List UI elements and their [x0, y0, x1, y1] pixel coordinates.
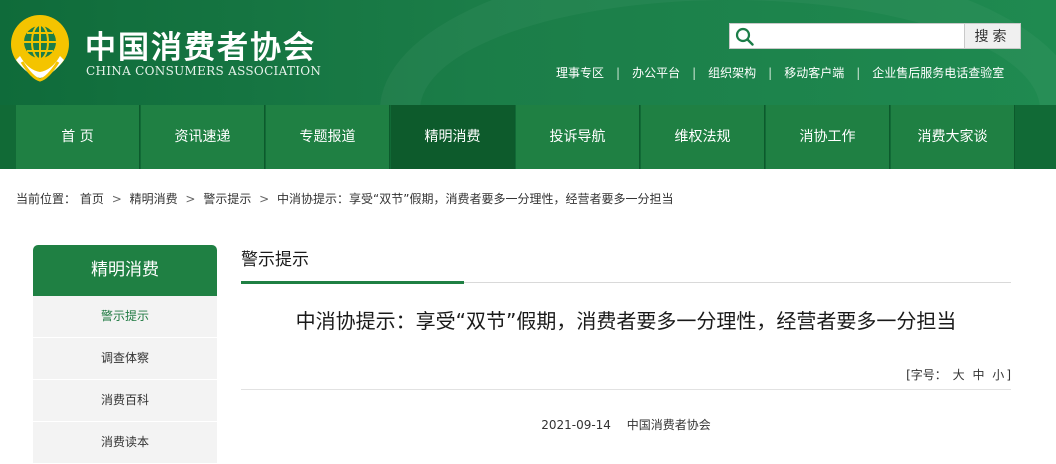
article-source: 中国消费者协会	[626, 418, 711, 432]
top-link-council[interactable]: 理事专区	[556, 66, 604, 80]
site-title: 中国消费者协会	[85, 30, 316, 66]
font-size-small-button[interactable]: 小	[992, 368, 1004, 382]
font-size-large-button[interactable]: 大	[953, 368, 965, 382]
sidebar: 精明消费 警示提示 调查体察 消费百科 消费读本	[33, 245, 217, 464]
nav-item-special[interactable]: 专题报道	[266, 105, 390, 169]
top-link-mobile[interactable]: 移动客户端	[784, 66, 844, 80]
divider	[241, 389, 1011, 390]
breadcrumb-warnings[interactable]: 警示提示	[203, 192, 251, 206]
nav-item-forum[interactable]: 消费大家谈	[891, 105, 1015, 169]
cca-logo-icon[interactable]	[8, 12, 72, 84]
font-size-switcher: [字号： 大 中 小]	[906, 366, 1011, 383]
header-decoration	[380, 0, 1056, 105]
divider: |	[856, 66, 861, 80]
sidebar-item-survey[interactable]: 调查体察	[33, 338, 217, 380]
breadcrumb-home[interactable]: 首页	[80, 192, 104, 206]
font-size-prefix: [字号：	[906, 368, 947, 382]
top-links: 理事专区 | 办公平台 | 组织架构 | 移动客户端 | 企业售后服务电话查验室	[556, 64, 1026, 82]
main-nav: 首 页 资讯速递 专题报道 精明消费 投诉导航 维权法规 消协工作 消费大家谈	[0, 105, 1056, 169]
breadcrumb-arrow: >	[111, 192, 122, 206]
section-title: 警示提示	[241, 250, 309, 270]
divider	[464, 282, 1011, 283]
font-size-suffix: ]	[1006, 368, 1011, 382]
divider: |	[692, 66, 697, 80]
top-link-aftersales[interactable]: 企业售后服务电话查验室	[872, 66, 1004, 80]
site-header: 中国消费者协会 CHINA CONSUMERS ASSOCIATION 搜索 理…	[0, 0, 1056, 105]
sidebar-item-encyclopedia[interactable]: 消费百科	[33, 380, 217, 422]
nav-item-news[interactable]: 资讯速递	[141, 105, 265, 169]
sidebar-title: 精明消费	[33, 245, 217, 296]
sidebar-item-warnings[interactable]: 警示提示	[33, 296, 217, 338]
article-date: 2021-09-14	[541, 418, 611, 432]
top-link-organization[interactable]: 组织架构	[708, 66, 756, 80]
nav-item-work[interactable]: 消协工作	[766, 105, 890, 169]
nav-item-laws[interactable]: 维权法规	[641, 105, 765, 169]
section-underline	[241, 281, 464, 284]
nav-item-complaint[interactable]: 投诉导航	[516, 105, 640, 169]
nav-item-smart-consumption[interactable]: 精明消费	[391, 105, 515, 169]
breadcrumb: 当前位置： 首页 > 精明消费 > 警示提示 > 中消协提示：享受“双节”假期，…	[16, 190, 673, 207]
search-button[interactable]: 搜索	[964, 24, 1020, 48]
top-link-office[interactable]: 办公平台	[632, 66, 680, 80]
sidebar-item-reader[interactable]: 消费读本	[33, 422, 217, 464]
breadcrumb-prefix: 当前位置：	[16, 192, 77, 206]
divider: |	[768, 66, 773, 80]
article-title: 中消协提示：享受“双节”假期，消费者要多一分理性，经营者要多一分担当	[295, 309, 957, 333]
divider: |	[616, 66, 621, 80]
search-input[interactable]	[758, 26, 988, 46]
article-meta: 2021-09-14 中国消费者协会	[241, 416, 1011, 433]
breadcrumb-arrow: >	[185, 192, 196, 206]
font-size-medium-button[interactable]: 中	[972, 368, 984, 382]
search-box: 搜索	[729, 23, 1021, 49]
breadcrumb-arrow: >	[259, 192, 270, 206]
search-icon	[735, 27, 754, 46]
site-subtitle: CHINA CONSUMERS ASSOCIATION	[86, 64, 322, 78]
breadcrumb-smart-consumption[interactable]: 精明消费	[130, 192, 178, 206]
breadcrumb-current: 中消协提示：享受“双节”假期，消费者要多一分理性，经营者要多一分担当	[277, 192, 674, 206]
nav-item-home[interactable]: 首 页	[16, 105, 140, 169]
